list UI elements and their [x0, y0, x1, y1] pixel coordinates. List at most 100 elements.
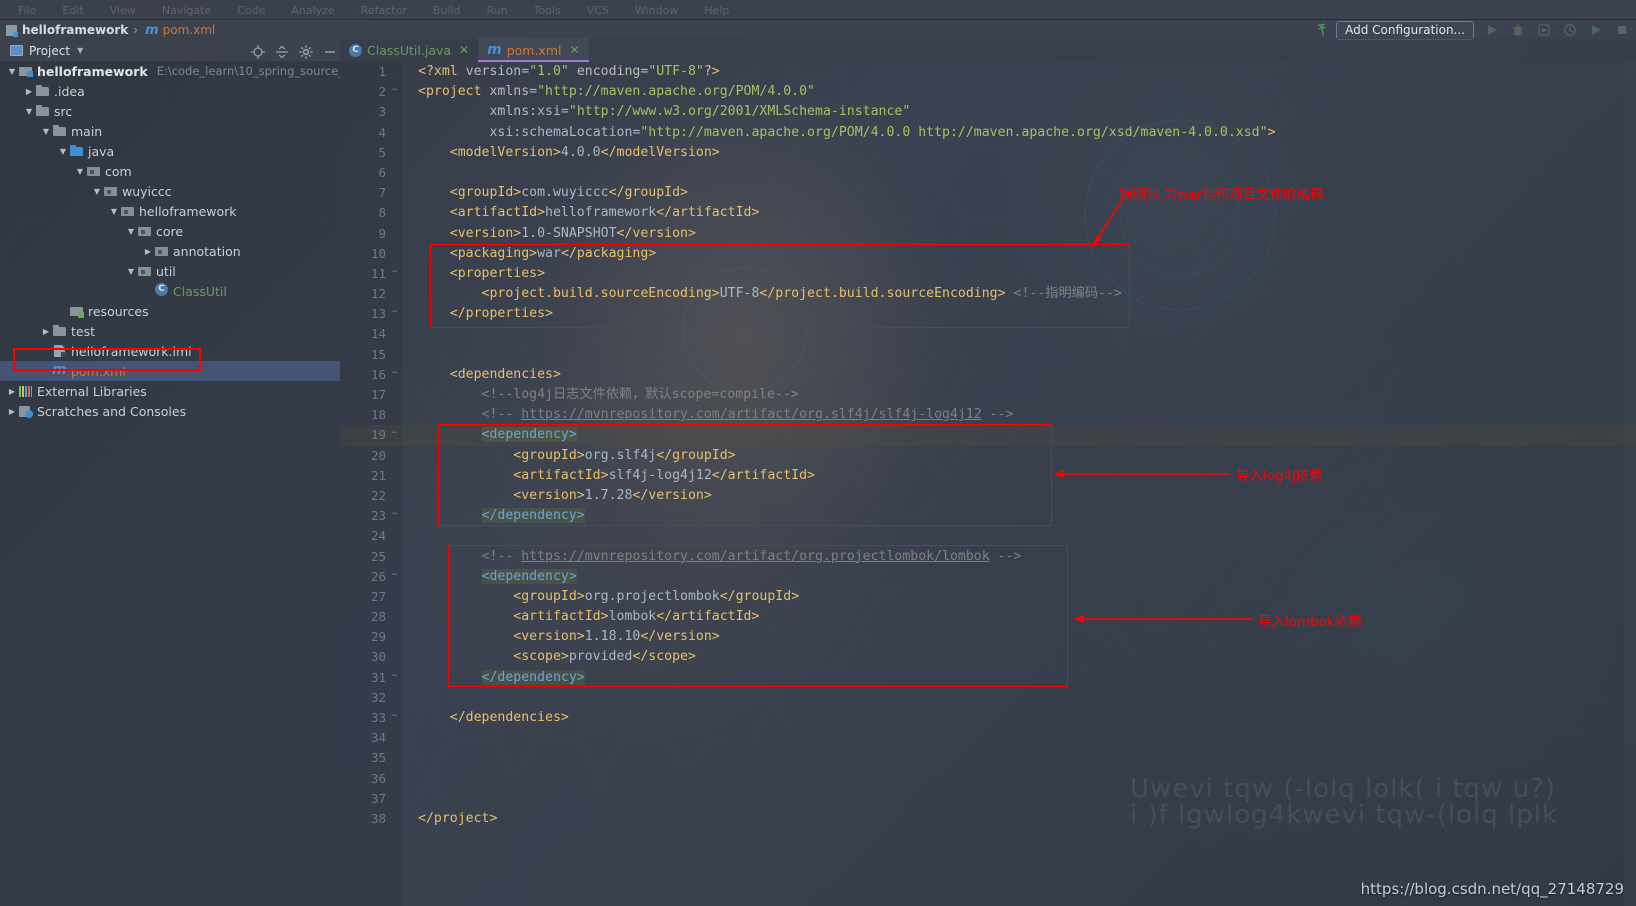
chevron-down-icon[interactable]: ▼: [125, 227, 137, 236]
tree-item-java[interactable]: ▼ java: [0, 141, 340, 161]
chevron-down-icon[interactable]: ▼: [74, 167, 86, 176]
run-with-coverage-icon[interactable]: [1536, 22, 1552, 38]
chevron-right-icon[interactable]: ▶: [6, 407, 18, 416]
code-line[interactable]: 24: [340, 526, 1636, 546]
menu-item-vcs[interactable]: VCS: [587, 4, 609, 17]
code-line[interactable]: 30 <scope>provided</scope>: [340, 647, 1636, 667]
editor-vertical-scrollbar[interactable]: [1624, 62, 1636, 906]
chevron-down-icon[interactable]: ▼: [91, 187, 103, 196]
tree-item-main[interactable]: ▼ main: [0, 121, 340, 141]
tree-item-wuyiccc[interactable]: ▼ wuyiccc: [0, 181, 340, 201]
code-fold-toggle-icon[interactable]: −: [390, 712, 399, 721]
menu-item-file[interactable]: File: [18, 4, 36, 17]
code-line[interactable]: 12 <project.build.sourceEncoding>UTF-8</…: [340, 284, 1636, 304]
code-line[interactable]: 14: [340, 324, 1636, 344]
code-line[interactable]: 37: [340, 789, 1636, 809]
code-line[interactable]: 32: [340, 688, 1636, 708]
project-toolwindow-title[interactable]: Project: [29, 44, 70, 58]
menu-item-edit[interactable]: Edit: [62, 4, 83, 17]
tree-item-helloframework-iml[interactable]: ▶ helloframework.iml: [0, 341, 340, 361]
code-line[interactable]: 35: [340, 748, 1636, 768]
tree-item-helloframework[interactable]: ▼ helloframework E:\code_learn\10_spring_s…: [0, 61, 340, 81]
chevron-right-icon[interactable]: ▶: [6, 387, 18, 396]
code-fold-toggle-icon[interactable]: −: [390, 86, 399, 95]
collapse-all-icon[interactable]: [275, 44, 288, 59]
breadcrumb-project[interactable]: helloframework: [22, 23, 128, 37]
chevron-down-icon[interactable]: ▼: [125, 267, 137, 276]
code-line[interactable]: 33− </dependencies>: [340, 708, 1636, 728]
menu-item-view[interactable]: View: [110, 4, 136, 17]
code-fold-toggle-icon[interactable]: −: [390, 570, 399, 580]
chevron-right-icon[interactable]: ▶: [23, 87, 35, 96]
editor-code-area[interactable]: 1 <?xml version="1.0" encoding="UTF-8"?> 2…: [340, 62, 1636, 906]
tree-item-classutil[interactable]: ▶ ClassUtil: [0, 281, 340, 301]
chevron-down-icon[interactable]: ▼: [23, 107, 35, 116]
code-line[interactable]: 17 <!--log4j日志文件依赖，默认scope=compile-->: [340, 385, 1636, 405]
code-fold-toggle-icon[interactable]: −: [390, 368, 399, 378]
chevron-right-icon[interactable]: ▶: [142, 247, 154, 256]
tree-item-pom-xml[interactable]: ▶ pom.xml: [0, 361, 340, 381]
code-line[interactable]: 23− </dependency>: [340, 506, 1636, 526]
menu-item-tools[interactable]: Tools: [534, 4, 561, 17]
main-menu-bar[interactable]: File Edit View Navigate Code Analyze Ref…: [0, 0, 1636, 20]
code-line[interactable]: 27 <groupId>org.projectlombok</groupId>: [340, 587, 1636, 607]
code-line[interactable]: 22 <version>1.7.28</version>: [340, 486, 1636, 506]
menu-item-refactor[interactable]: Refactor: [361, 4, 407, 17]
code-line[interactable]: 28 <artifactId>lombok</artifactId>: [340, 607, 1636, 627]
run-icon[interactable]: [1484, 22, 1500, 38]
tree-item-com[interactable]: ▼ com: [0, 161, 340, 181]
project-tree[interactable]: ▼ helloframework E:\code_learn\10_spring_s…: [0, 61, 340, 906]
code-fold-toggle-icon[interactable]: −: [390, 671, 399, 681]
tree-item-test[interactable]: ▶ test: [0, 321, 340, 341]
code-line[interactable]: 38 </project>: [340, 809, 1636, 829]
breadcrumb-file[interactable]: pom.xml: [163, 23, 216, 37]
tree-item--idea[interactable]: ▶ .idea: [0, 81, 340, 101]
code-line[interactable]: 26− <dependency>: [340, 567, 1636, 587]
tree-item-resources[interactable]: ▶ resources: [0, 301, 340, 321]
chevron-down-icon[interactable]: ▼: [6, 67, 18, 76]
tree-item-annotation[interactable]: ▶ annotation: [0, 241, 340, 261]
tree-item-core[interactable]: ▼ core: [0, 221, 340, 241]
code-line[interactable]: 29 <version>1.18.10</version>: [340, 627, 1636, 647]
code-line[interactable]: 21 <artifactId>slf4j-log4j12</artifactId…: [340, 466, 1636, 486]
menu-item-run[interactable]: Run: [487, 4, 508, 17]
code-line[interactable]: 25 <!-- https://mvnrepository.com/artifa…: [340, 547, 1636, 567]
menu-item-analyze[interactable]: Analyze: [291, 4, 334, 17]
code-fold-toggle-icon[interactable]: −: [390, 267, 399, 277]
tree-item-scratches-and-consoles[interactable]: ▶ Scratches and Consoles: [0, 401, 340, 421]
code-line[interactable]: 4 xsi:schemaLocation="http://maven.apach…: [340, 123, 1636, 143]
profiler-icon[interactable]: [1562, 22, 1578, 38]
code-line[interactable]: 36: [340, 769, 1636, 789]
code-line[interactable]: 3 xmlns:xsi="http://www.w3.org/2001/XMLS…: [340, 102, 1636, 122]
locate-icon[interactable]: [251, 44, 265, 59]
code-line[interactable]: 20 <groupId>org.slf4j</groupId>: [340, 446, 1636, 466]
tree-item-src[interactable]: ▼ src: [0, 101, 340, 121]
stop-icon[interactable]: [1614, 22, 1630, 38]
code-line[interactable]: 19− <dependency>: [340, 425, 1636, 446]
close-icon[interactable]: ✕: [459, 43, 469, 57]
editor-tab-pom-xml[interactable]: m pom.xml ✕: [478, 38, 589, 62]
code-line[interactable]: 18 <!-- https://mvnrepository.com/artifa…: [340, 405, 1636, 425]
editor-tab-bar[interactable]: C ClassUtil.java ✕ m pom.xml ✕: [340, 38, 1636, 62]
menu-item-build[interactable]: Build: [433, 4, 461, 17]
menu-item-window[interactable]: Window: [635, 4, 678, 17]
code-editor[interactable]: 1 <?xml version="1.0" encoding="UTF-8"?> 2…: [340, 62, 1636, 906]
close-icon[interactable]: ✕: [569, 43, 579, 57]
hide-toolwindow-icon[interactable]: [323, 44, 336, 57]
code-line[interactable]: 1 <?xml version="1.0" encoding="UTF-8"?>: [340, 62, 1636, 82]
menu-item-help[interactable]: Help: [704, 4, 729, 17]
editor-tab-classutil-java[interactable]: C ClassUtil.java ✕: [340, 38, 478, 62]
code-line[interactable]: 31− </dependency>: [340, 668, 1636, 688]
build-arrow-icon[interactable]: ⤒: [1318, 21, 1328, 40]
code-line[interactable]: 34: [340, 728, 1636, 748]
run-alt-icon[interactable]: [1588, 22, 1604, 38]
tree-item-util[interactable]: ▼ util: [0, 261, 340, 281]
code-fold-toggle-icon[interactable]: −: [390, 510, 399, 519]
menu-item-navigate[interactable]: Navigate: [162, 4, 211, 17]
settings-gear-icon[interactable]: [299, 44, 313, 59]
debug-icon[interactable]: [1510, 22, 1526, 38]
code-line[interactable]: 7 <groupId>com.wuyiccc</groupId>: [340, 183, 1636, 203]
code-line[interactable]: 16− <dependencies>: [340, 365, 1636, 385]
code-line[interactable]: 10 <packaging>war</packaging>: [340, 244, 1636, 264]
code-line[interactable]: 9 <version>1.0-SNAPSHOT</version>: [340, 224, 1636, 244]
